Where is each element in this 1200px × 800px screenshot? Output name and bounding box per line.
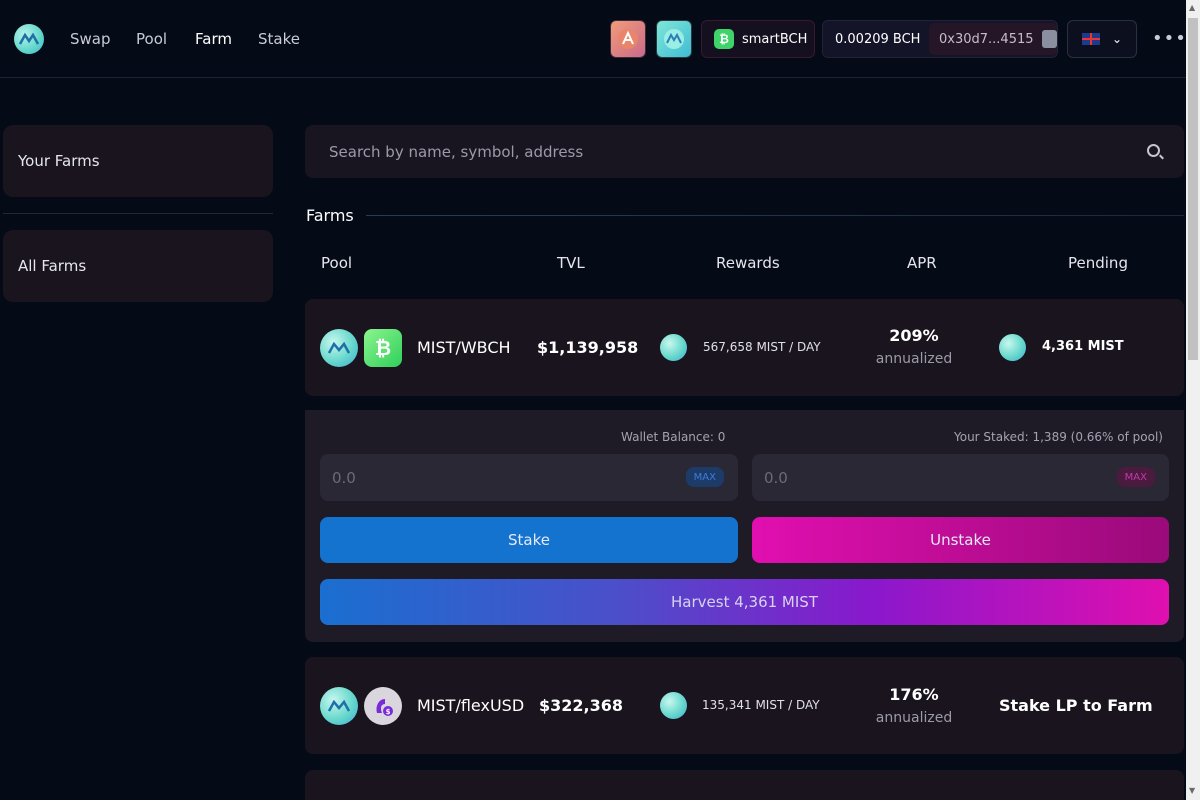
smartbch-icon: ₿: [714, 29, 734, 49]
wallet-balance: 0.00209 BCH: [835, 31, 921, 47]
mist-reward-icon: [660, 692, 687, 719]
unstake-button[interactable]: Unstake: [752, 517, 1169, 563]
language-selector[interactable]: ⌄: [1067, 20, 1137, 58]
farm-rewards: 567,658 MIST / DAY: [703, 340, 821, 354]
section-divider: [366, 215, 1184, 216]
unstake-amount-input[interactable]: [764, 468, 1064, 487]
farm-pending: Stake LP to Farm: [999, 696, 1153, 715]
scroll-down-arrow-icon[interactable]: ▼: [1189, 786, 1195, 795]
wallet-address-text: 0x30d7...4515: [939, 31, 1034, 47]
column-header-pool: Pool: [321, 254, 353, 272]
farm-apr-label: annualized: [875, 710, 953, 726]
search-bar: [305, 125, 1184, 178]
mist-token-icon: [320, 687, 358, 725]
search-icon[interactable]: [1147, 144, 1160, 157]
nav-stake[interactable]: Stake: [258, 30, 300, 48]
sidebar-item-label: Your Farms: [18, 152, 100, 170]
nav-farm[interactable]: Farm: [195, 30, 232, 48]
bch-token-icon: ₿: [364, 329, 402, 367]
search-input[interactable]: [329, 142, 1129, 161]
farm-apr: 209%: [889, 326, 939, 345]
chevron-down-icon: ⌄: [1111, 32, 1123, 46]
column-header-rewards: Rewards: [716, 254, 780, 272]
mist-token-button[interactable]: [656, 20, 692, 58]
nav-swap[interactable]: Swap: [70, 30, 111, 48]
column-header-apr: APR: [907, 254, 937, 272]
wallet-address[interactable]: 0x30d7...4515: [929, 23, 1057, 55]
stake-max-button[interactable]: MAX: [685, 467, 724, 487]
farms-section-title: Farms: [306, 206, 354, 225]
ellipsis-icon[interactable]: •••: [1152, 28, 1187, 49]
farm-pair-name: MIST/WBCH: [417, 338, 511, 357]
avatar-robot-icon: [1041, 30, 1057, 48]
mist-logo-icon[interactable]: [14, 24, 44, 54]
farm-pending: 4,361 MIST: [1042, 339, 1124, 354]
farm-tvl: $322,368: [539, 696, 624, 715]
wallet-balance-label: Wallet Balance: 0: [621, 430, 726, 444]
column-header-tvl: TVL: [557, 254, 585, 272]
nav-pool[interactable]: Pool: [136, 30, 167, 48]
uk-flag-icon: [1081, 33, 1100, 45]
column-header-pending: Pending: [1068, 254, 1128, 272]
harvest-button[interactable]: Harvest 4,361 MIST: [320, 579, 1169, 625]
scrollbar-thumb[interactable]: [1188, 18, 1198, 360]
top-navbar: Swap Pool Farm Stake ₿ smartBCH 0.00209 …: [0, 0, 1186, 78]
sidebar-divider: [3, 213, 273, 214]
farm-tvl: $1,139,958: [537, 338, 639, 357]
network-selector[interactable]: ₿ smartBCH: [701, 20, 815, 58]
mist-pending-icon: [999, 334, 1026, 361]
mist-token-icon: [664, 29, 684, 49]
unstake-max-button[interactable]: MAX: [1116, 467, 1155, 487]
stake-button[interactable]: Stake: [320, 517, 738, 563]
farm-apr-label: annualized: [875, 351, 953, 367]
sidebar-item-label: All Farms: [18, 257, 87, 275]
sushi-token-icon: [618, 29, 638, 49]
stake-amount-field: MAX: [320, 454, 738, 501]
sidebar-item-all-farms[interactable]: All Farms: [3, 230, 273, 302]
farm-rewards: 135,341 MIST / DAY: [702, 698, 820, 712]
sidebar-item-your-farms[interactable]: Your Farms: [3, 125, 273, 197]
scroll-up-arrow-icon[interactable]: ▲: [1189, 3, 1195, 12]
svg-text:$: $: [386, 708, 391, 716]
farm-pair-name: MIST/flexUSD: [417, 696, 525, 715]
network-name: smartBCH: [742, 31, 808, 47]
mist-reward-icon: [660, 334, 687, 361]
stake-amount-input[interactable]: [332, 468, 632, 487]
your-staked-label: Your Staked: 1,389 (0.66% of pool): [954, 430, 1163, 444]
farm-apr: 176%: [889, 685, 939, 704]
wallet-button[interactable]: 0.00209 BCH 0x30d7...4515: [822, 20, 1058, 58]
flexusd-token-icon: $: [364, 687, 402, 725]
farm-row-partial[interactable]: [305, 770, 1184, 800]
unstake-amount-field: MAX: [752, 454, 1169, 501]
mist-token-icon: [320, 329, 358, 367]
sushi-token-button[interactable]: [610, 20, 646, 58]
